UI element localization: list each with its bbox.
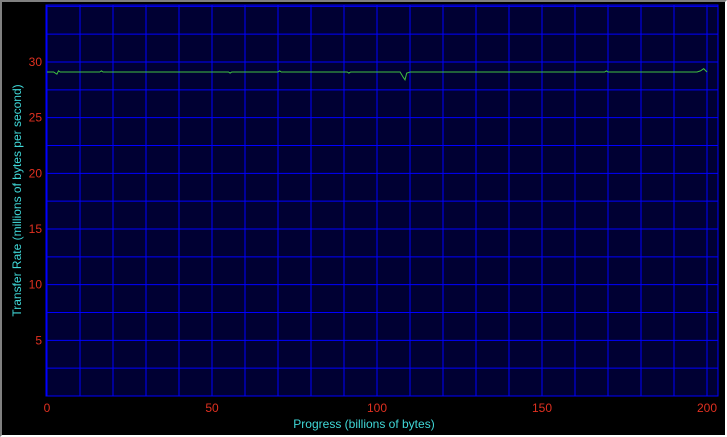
y-tick-label: 5 bbox=[35, 333, 42, 347]
x-tick-label: 50 bbox=[205, 401, 219, 415]
y-tick-label: 15 bbox=[29, 222, 43, 236]
chart-frame: 0 50 100 150 200 5 10 15 20 25 30 Progress (billio… bbox=[0, 0, 727, 437]
plot-area bbox=[45, 4, 719, 397]
x-tick-label: 100 bbox=[367, 401, 387, 415]
y-tick-label: 30 bbox=[29, 55, 43, 69]
x-tick-label: 150 bbox=[532, 401, 552, 415]
transfer-rate-chart: 0 50 100 150 200 5 10 15 20 25 30 Progress (billio… bbox=[10, 4, 719, 431]
x-tick-label: 0 bbox=[44, 401, 51, 415]
x-tick-label: 200 bbox=[697, 401, 717, 415]
y-tick-label: 20 bbox=[29, 166, 43, 180]
x-axis-label: Progress (billions of bytes) bbox=[293, 417, 434, 431]
y-tick-label: 10 bbox=[29, 278, 43, 292]
y-tick-label: 25 bbox=[29, 111, 43, 125]
y-axis-label: Transfer Rate (millions of bytes per sec… bbox=[10, 84, 24, 316]
